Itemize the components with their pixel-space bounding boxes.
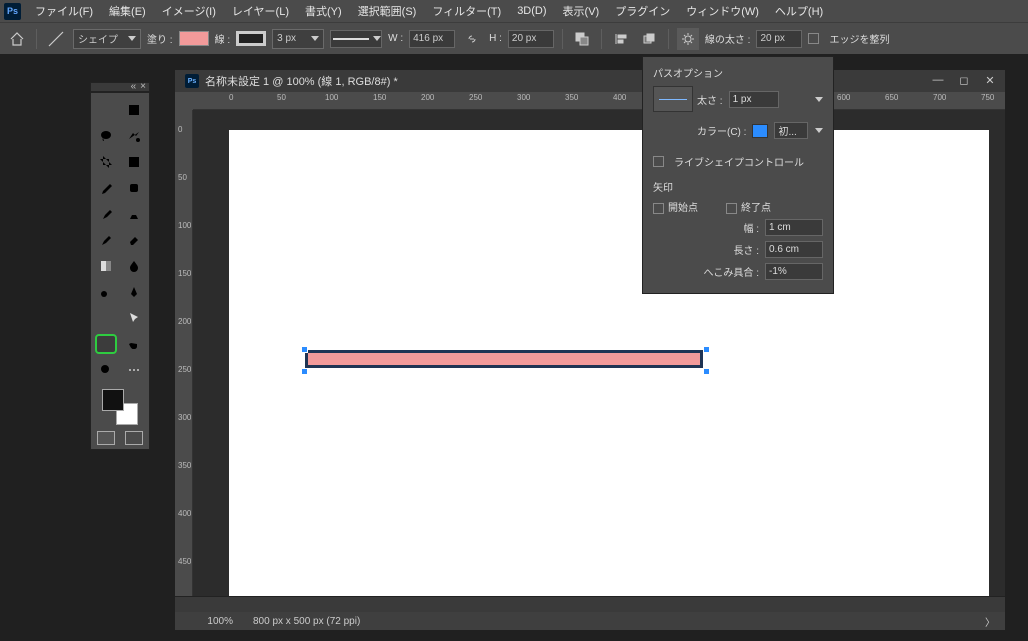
tool-mode-dropdown[interactable]: シェイプ — [73, 29, 141, 49]
document-title: 名称未設定 1 @ 100% (線 1, RGB/8#) * — [205, 73, 398, 89]
menu-edit[interactable]: 編集(E) — [101, 0, 154, 22]
stroke-label: 線 : — [215, 31, 231, 46]
line-shape[interactable] — [305, 350, 703, 368]
arrow-start-checkbox[interactable] — [653, 203, 664, 214]
menu-type[interactable]: 書式(Y) — [297, 0, 350, 22]
transform-handle[interactable] — [703, 346, 710, 353]
fg-bg-color[interactable] — [102, 389, 138, 425]
transform-handle[interactable] — [703, 368, 710, 375]
align-edges-label: エッジを整列 — [829, 31, 889, 46]
zoom-tool[interactable] — [95, 360, 117, 380]
w-label: W : — [388, 33, 403, 44]
h-label: H : — [489, 33, 502, 44]
canvas-area[interactable] — [193, 110, 1005, 596]
gear-icon[interactable] — [677, 28, 699, 50]
menu-select[interactable]: 選択範囲(S) — [350, 0, 425, 22]
eraser-tool[interactable] — [123, 230, 145, 250]
home-icon[interactable] — [6, 28, 28, 50]
menu-window[interactable]: ウィンドウ(W) — [678, 0, 767, 22]
hand-tool[interactable] — [123, 334, 145, 354]
stroke-swatch[interactable] — [236, 31, 266, 46]
arrow-width-field[interactable]: 1 cm — [765, 219, 823, 236]
arrow-end-checkbox[interactable] — [726, 203, 737, 214]
thickness-field[interactable]: 1 px — [729, 91, 779, 108]
menu-image[interactable]: イメージ(I) — [154, 0, 224, 22]
window-close-icon[interactable]: ✕ — [981, 73, 999, 87]
frame-tool[interactable] — [123, 152, 145, 172]
ruler-horizontal: 050 100150 200250 300350 400450 500550 6… — [193, 92, 1005, 110]
panel-collapse-icon[interactable]: « — [131, 82, 137, 92]
panel-close-icon[interactable]: × — [140, 82, 146, 92]
line-weight-label: 線の太さ : — [705, 31, 751, 46]
history-brush-tool[interactable] — [95, 230, 117, 250]
menu-filter[interactable]: フィルター(T) — [424, 0, 509, 22]
more-tools-icon[interactable] — [123, 360, 145, 380]
dodge-tool[interactable] — [95, 282, 117, 302]
document-window: Ps 名称未設定 1 @ 100% (線 1, RGB/8#) * ― ◻ ✕ … — [175, 70, 1005, 630]
stroke-width-dropdown[interactable]: 3 px — [272, 29, 324, 49]
zoom-level[interactable]: 100% — [185, 616, 233, 627]
stroke-style-dropdown[interactable] — [330, 30, 382, 48]
heal-tool[interactable] — [123, 178, 145, 198]
lasso-tool[interactable] — [95, 126, 117, 146]
path-select-tool[interactable] — [123, 308, 145, 328]
blur-tool[interactable] — [123, 256, 145, 276]
path-color-swatch[interactable] — [752, 124, 768, 138]
marquee-tool[interactable] — [123, 100, 145, 120]
window-maximize-icon[interactable]: ◻ — [955, 73, 973, 87]
line-weight-field[interactable]: 20 px — [756, 30, 802, 48]
line-tool-icon — [45, 28, 67, 50]
tool-mode-value: シェイプ — [78, 31, 118, 46]
clone-tool[interactable] — [123, 204, 145, 224]
menu-3d[interactable]: 3D(D) — [509, 2, 554, 20]
arrow-length-field[interactable]: 0.6 cm — [765, 241, 823, 258]
menu-plugin[interactable]: プラグイン — [607, 0, 678, 22]
eyedropper-tool[interactable] — [95, 178, 117, 198]
fill-label: 塗り : — [147, 31, 173, 46]
transform-handle[interactable] — [301, 346, 308, 353]
brush-tool[interactable] — [95, 204, 117, 224]
window-minimize-icon[interactable]: ― — [929, 73, 947, 87]
popup-title: パスオプション — [653, 65, 823, 80]
ps-logo: Ps — [4, 3, 21, 20]
live-shape-checkbox[interactable] — [653, 156, 664, 167]
doc-dimensions: 800 px x 500 px (72 ppi) — [253, 616, 360, 627]
move-tool[interactable] — [95, 100, 117, 120]
menu-layer[interactable]: レイヤー(L) — [224, 0, 297, 22]
link-wh-icon[interactable] — [461, 28, 483, 50]
width-field[interactable]: 416 px — [409, 30, 455, 48]
quick-select-tool[interactable] — [123, 126, 145, 146]
status-more-icon[interactable]: 〉 — [985, 614, 995, 629]
type-tool[interactable] — [95, 308, 117, 328]
path-color-dropdown[interactable]: 初... — [774, 122, 808, 139]
scrollbar-horizontal[interactable] — [175, 596, 1005, 612]
gradient-tool[interactable] — [95, 256, 117, 276]
path-align-icon[interactable] — [610, 28, 632, 50]
menu-view[interactable]: 表示(V) — [555, 0, 608, 22]
menu-bar: Ps ファイル(F) 編集(E) イメージ(I) レイヤー(L) 書式(Y) 選… — [0, 0, 1028, 22]
status-bar: 100% 800 px x 500 px (72 ppi) 〉 — [175, 612, 1005, 630]
menu-help[interactable]: ヘルプ(H) — [767, 0, 831, 22]
path-preview — [653, 86, 693, 112]
path-options-popup: パスオプション 太さ : 1 px カラー(C) : 初... ライブシェイプコ… — [642, 56, 834, 294]
screenmode-icon[interactable] — [125, 431, 143, 445]
ruler-vertical: 050 100150 200250 300350 400450 — [175, 110, 193, 596]
menu-file[interactable]: ファイル(F) — [27, 0, 101, 22]
transform-handle[interactable] — [301, 368, 308, 375]
height-field[interactable]: 20 px — [508, 30, 554, 48]
tools-panel: « × — [90, 82, 150, 450]
quickmask-icon[interactable] — [97, 431, 115, 445]
align-edges-checkbox[interactable] — [808, 33, 819, 44]
line-shape-tool[interactable] — [95, 334, 117, 354]
options-bar: シェイプ 塗り : 線 : 3 px W : 416 px H : 20 px … — [0, 22, 1028, 54]
arrow-section-label: 矢印 — [653, 179, 823, 194]
document-tab[interactable]: Ps 名称未設定 1 @ 100% (線 1, RGB/8#) * ― ◻ ✕ — [175, 70, 1005, 92]
crop-tool[interactable] — [95, 152, 117, 172]
fill-swatch[interactable] — [179, 31, 209, 46]
pen-tool[interactable] — [123, 282, 145, 302]
path-arrange-icon[interactable] — [638, 28, 660, 50]
path-ops-icon[interactable] — [571, 28, 593, 50]
arrow-concavity-field[interactable]: -1% — [765, 263, 823, 280]
